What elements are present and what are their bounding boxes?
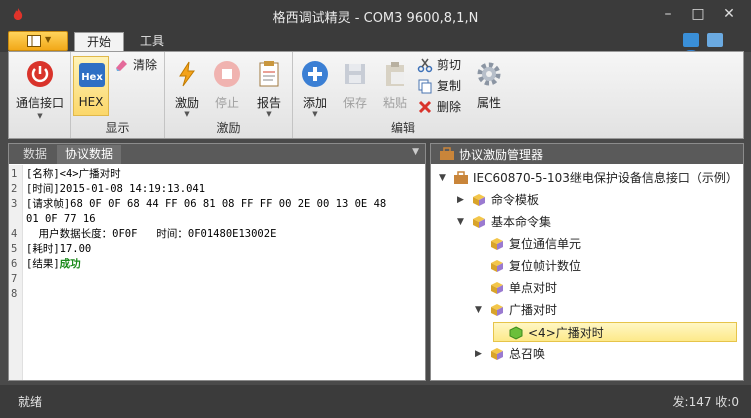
properties-button[interactable]: 属性: [471, 56, 507, 112]
line-number: 8: [11, 288, 18, 300]
plus-icon: [302, 61, 328, 87]
tab-home[interactable]: 开始: [74, 32, 125, 52]
paste-button[interactable]: 粘贴: [377, 56, 413, 112]
traffic-counter: 发:147 收:0: [672, 395, 739, 409]
protocol-stimulus-manager: 协议激励管理器 ▼ IEC60870-5-103继电保护设备信息接口（示例） ▶ 命令…: [430, 143, 744, 381]
expander-icon[interactable]: ▶: [457, 190, 467, 210]
line-text: [结果]成功: [26, 258, 81, 270]
lightning-icon: [179, 61, 195, 87]
power-icon: [27, 61, 53, 87]
quick-icons: [679, 33, 743, 64]
data-panel: 数据 协议数据 ▼ 1 [名称]<4>广播对时 2 [时间]2015-01-08 14…: [8, 143, 426, 381]
node-label: 命令模板: [491, 193, 540, 207]
line-number: 4: [11, 228, 18, 240]
edit-group: 添加 ▼ 保存 粘贴 剪切 复制 删除 属性 编辑: [293, 52, 513, 138]
stimulus-button[interactable]: 激励 ▼: [169, 56, 205, 118]
clipboard-icon: [386, 62, 404, 86]
app-menu-button[interactable]: ▼: [8, 31, 68, 51]
line-text: [耗时]17.00: [26, 243, 92, 255]
shirt-icon[interactable]: [683, 33, 699, 47]
save-button[interactable]: 保存: [337, 56, 373, 112]
node-label: 总召唤: [509, 347, 546, 361]
node-label: 复位帧计数位: [509, 259, 582, 273]
line-text: [请求帧]68 0F 0F 68 44 FF 06 81 08 FF FF 00…: [26, 198, 387, 210]
delete-button[interactable]: 删除: [417, 98, 461, 116]
display-group: Hex HEX 清除 显示: [71, 52, 165, 138]
line-number: 5: [11, 243, 18, 255]
close-button[interactable]: ✕: [716, 4, 742, 24]
line-number: 6: [11, 258, 18, 270]
line-text: [名称]<4>广播对时: [26, 168, 121, 180]
hex-toggle-button[interactable]: Hex HEX: [73, 56, 109, 116]
tab-protocol-data[interactable]: 协议数据: [57, 145, 122, 164]
gear-icon: [477, 62, 501, 86]
comm-group: 通信接口 ▼: [9, 52, 71, 138]
clear-button[interactable]: 清除: [113, 56, 157, 74]
status-bar: 就绪 发:147 收:0: [0, 385, 751, 418]
expander-icon[interactable]: ▼: [439, 168, 449, 188]
line-text: 用户数据长度：0F0F 时间：0F01480E13002E: [26, 228, 277, 240]
line-number: 7: [11, 273, 18, 285]
expander-icon[interactable]: ▼: [475, 300, 485, 320]
protocol-data-editor[interactable]: 1 [名称]<4>广播对时 2 [时间]2015-01-08 14:19:13.041…: [9, 165, 425, 380]
minimize-button[interactable]: –: [655, 4, 681, 24]
node-label: 基本命令集: [491, 215, 552, 229]
chevron-down-icon: ▼: [37, 112, 43, 120]
chevron-down-icon: ▼: [184, 110, 190, 118]
hex-icon: Hex: [79, 63, 105, 87]
line-text: [时间]2015-01-08 14:19:13.041: [26, 183, 206, 195]
floppy-icon: [345, 64, 365, 84]
tab-tools[interactable]: 工具: [128, 32, 176, 52]
copy-button[interactable]: 复制: [417, 77, 461, 95]
result-success: 成功: [59, 258, 81, 270]
status-text: 就绪: [18, 395, 43, 409]
data-panel-header: 数据 协议数据 ▼: [9, 144, 425, 164]
node-label: IEC60870-5-103继电保护设备信息接口（示例）: [473, 171, 738, 185]
line-number: 1: [11, 168, 18, 180]
scissors-icon: [417, 58, 433, 73]
line-text: 01 0F 77 16: [26, 213, 96, 225]
stimulus-group: 激励 ▼ 停止 报告 ▼ 激励: [165, 52, 293, 138]
expander-icon[interactable]: ▶: [475, 344, 485, 364]
manager-header: 协议激励管理器: [431, 144, 743, 164]
tab-data[interactable]: 数据: [15, 145, 55, 164]
copy-icon: [418, 79, 432, 94]
ribbon: 通信接口 ▼ Hex HEX 清除 显示 激励 ▼ 停止 报告 ▼ 激励 添加 …: [8, 51, 744, 139]
node-label: <4>广播对时: [528, 326, 604, 340]
report-button[interactable]: 报告 ▼: [249, 56, 289, 118]
chevron-down-icon: ▼: [45, 35, 52, 44]
title-bar: 格西调试精灵 - COM3 9600,8,1,N – □ ✕: [0, 0, 751, 30]
add-button[interactable]: 添加 ▼: [297, 56, 333, 118]
ribbon-tab-strip: ▼ 开始 工具: [0, 30, 751, 64]
eraser-icon: [116, 60, 127, 71]
chevron-down-icon: ▼: [312, 110, 318, 118]
delete-x-icon: [418, 100, 432, 114]
node-label: 广播对时: [509, 303, 558, 317]
app-window: 格西调试精灵 - COM3 9600,8,1,N – □ ✕ ▼ 开始 工具 通…: [0, 0, 751, 418]
screen-icon[interactable]: [706, 33, 723, 47]
cut-button[interactable]: 剪切: [417, 56, 461, 74]
chevron-down-icon[interactable]: ▼: [412, 147, 419, 157]
node-label: 复位通信单元: [509, 237, 582, 251]
stop-button[interactable]: 停止: [209, 56, 245, 112]
report-icon: [259, 61, 279, 87]
toolbox-icon: [440, 147, 454, 160]
expander-icon[interactable]: ▼: [457, 212, 467, 232]
line-number: 2: [11, 183, 18, 195]
node-label: 单点对时: [509, 281, 558, 295]
menu-icon: [27, 35, 41, 47]
window-title: 格西调试精灵 - COM3 9600,8,1,N: [272, 11, 479, 26]
tree-node-selected[interactable]: <4>广播对时: [493, 322, 737, 342]
chevron-down-icon: ▼: [266, 110, 272, 118]
svg-text:Hex: Hex: [81, 72, 103, 83]
comm-port-button[interactable]: 通信接口 ▼: [11, 56, 69, 120]
maximize-button[interactable]: □: [685, 4, 711, 24]
stop-icon: [214, 61, 240, 87]
line-number: 3: [11, 198, 18, 210]
